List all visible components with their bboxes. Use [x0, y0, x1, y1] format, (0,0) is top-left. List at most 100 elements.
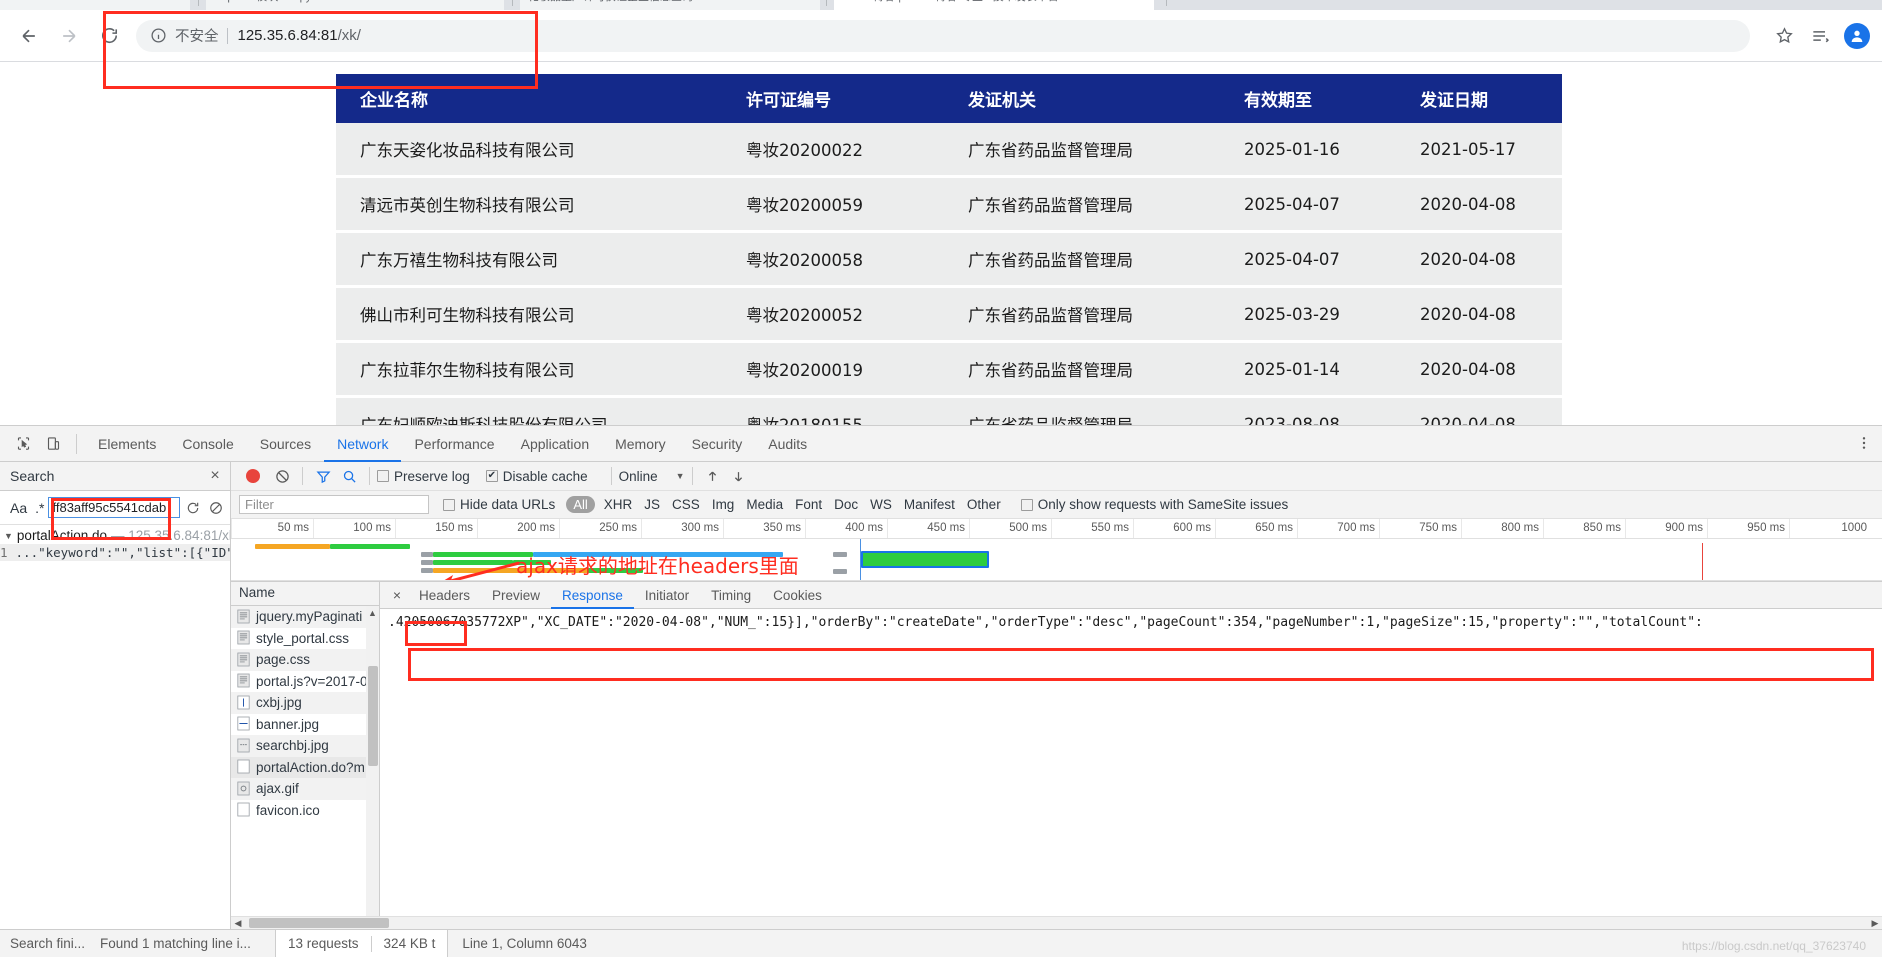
list-item[interactable]: style_portal.css [231, 628, 379, 650]
tick-label: 800 ms [1501, 522, 1539, 534]
tab-response[interactable]: Response [551, 582, 634, 609]
list-item[interactable]: ajax.gif [231, 778, 379, 800]
list-item[interactable]: cxbj.jpg [231, 692, 379, 714]
star-icon[interactable] [1768, 20, 1800, 52]
disable-cache-checkbox[interactable] [485, 470, 498, 482]
record-circle-icon[interactable] [246, 469, 260, 483]
table-row[interactable]: 广东万禧生物科技有限公司 粤妆20200058 广东省药品监督管理局 2025-… [336, 231, 1562, 288]
scrollbar-thumb[interactable] [249, 918, 389, 928]
tab-console[interactable]: Console [169, 426, 246, 462]
browser-tab[interactable]: 化妆品生产许可获证企业信息查询 [520, 0, 820, 10]
upload-arrow-icon[interactable] [700, 469, 726, 484]
filter-type-other[interactable]: Other [961, 497, 1007, 512]
download-arrow-icon[interactable] [726, 469, 752, 484]
list-item[interactable]: portal.js?v=2017-0 [231, 671, 379, 693]
list-item-selected[interactable]: portalAction.do?m [231, 756, 379, 778]
list-menu-icon[interactable] [1804, 20, 1836, 52]
tab-audits[interactable]: Audits [755, 426, 820, 462]
tab-performance[interactable]: Performance [401, 426, 507, 462]
tab-sources[interactable]: Sources [247, 426, 324, 462]
tab-security[interactable]: Security [679, 426, 756, 462]
back-arrow-icon[interactable] [12, 19, 46, 53]
clear-icon[interactable] [205, 501, 226, 515]
network-timeline-ruler: 50 ms 100 ms 150 ms 200 ms 250 ms 300 ms… [231, 519, 1882, 539]
table-row[interactable]: 清远市英创生物科技有限公司 粤妆20200059 广东省药品监督管理局 2025… [336, 176, 1562, 233]
tab-preview[interactable]: Preview [481, 582, 551, 609]
funnel-icon[interactable] [310, 469, 336, 484]
hide-data-urls-checkbox[interactable] [443, 498, 455, 511]
detail-horizontal-scrollbar[interactable]: ◀ ▶ [231, 916, 1882, 929]
table-row[interactable]: 广东天姿化妆品科技有限公司 粤妆20200022 广东省药品监督管理局 2025… [336, 123, 1562, 178]
filter-type-font[interactable]: Font [789, 497, 828, 512]
search-matches: Found 1 matching line i... [100, 936, 251, 951]
tab-application[interactable]: Application [508, 426, 603, 462]
table-row[interactable]: 广东拉菲尔生物科技有限公司 粤妆20200019 广东省药品监督管理局 2025… [336, 341, 1562, 398]
tab-elements[interactable]: Elements [85, 426, 169, 462]
tab-headers[interactable]: Headers [408, 582, 481, 609]
table-body: 广东天姿化妆品科技有限公司 粤妆20200022 广东省药品监督管理局 2025… [336, 123, 1562, 425]
more-vertical-icon[interactable] [1856, 434, 1872, 455]
line-number: 1 [0, 545, 8, 560]
cell-valid-until: 2025-04-07 [1244, 176, 1420, 233]
table-row[interactable]: 佛山市利可生物科技有限公司 粤妆20200052 广东省药品监督管理局 2025… [336, 286, 1562, 343]
filter-type-js[interactable]: JS [638, 497, 666, 512]
device-toolbar-icon[interactable] [38, 430, 68, 458]
tab-initiator[interactable]: Initiator [634, 582, 700, 609]
cell-license-no: 粤妆20200019 [746, 341, 968, 398]
list-item[interactable]: searchbj.jpg [231, 735, 379, 757]
avatar[interactable] [1844, 22, 1870, 49]
scrollbar-thumb[interactable] [368, 666, 378, 766]
script-file-icon [237, 673, 251, 689]
devtools-body: Search × Aa .* ff83aff95c5541cdab ▼ port… [0, 462, 1882, 957]
stylesheet-file-icon [237, 652, 251, 668]
chevron-down-icon[interactable]: ▼ [4, 531, 13, 541]
samesite-checkbox[interactable] [1020, 498, 1033, 511]
search-input[interactable]: ff83aff95c5541cdab [48, 497, 180, 518]
match-case-toggle[interactable]: Aa [6, 500, 31, 516]
filter-type-manifest[interactable]: Manifest [898, 497, 961, 512]
tab-timing[interactable]: Timing [700, 582, 762, 609]
filter-type-doc[interactable]: Doc [828, 497, 864, 512]
preserve-log-row[interactable]: Preserve log [377, 469, 470, 484]
close-icon[interactable]: × [206, 467, 224, 485]
request-list-scrollbar[interactable]: ▲ ▼ [366, 606, 379, 957]
browser-tab[interactable]: Splash... [0, 0, 190, 10]
tab-network[interactable]: Network [324, 426, 401, 462]
list-item[interactable]: page.css [231, 649, 379, 671]
reload-icon[interactable] [92, 19, 126, 53]
filter-type-all[interactable]: All [566, 496, 595, 513]
regex-toggle[interactable]: .* [33, 500, 46, 516]
filter-type-xhr[interactable]: XHR [598, 497, 639, 512]
table-row[interactable]: 广东妇顺欧迪斯科技股份有限公司 粤妆20180155 广东省药品监督管理局 20… [336, 396, 1562, 425]
browser-tab-active[interactable]: CSDN博客 | CSDN博客-专业IT技术发表平台 [834, 0, 1154, 10]
samesite-row[interactable]: Only show requests with SameSite issues [1020, 497, 1288, 512]
filter-type-img[interactable]: Img [706, 497, 741, 512]
request-list-header: Name [231, 582, 379, 606]
request-count: 13 requests [288, 936, 359, 951]
filter-type-ws[interactable]: WS [864, 497, 898, 512]
filter-type-media[interactable]: Media [740, 497, 789, 512]
info-circle-icon [150, 27, 167, 44]
hide-data-urls-row[interactable]: Hide data URLs [443, 497, 555, 512]
search-result-file[interactable]: ▼ portalAction.do — 125.35.6.84:81/xk/..… [0, 527, 230, 544]
preserve-log-checkbox[interactable] [377, 470, 389, 482]
browser-tab-strip: Splash... requests模块 - Jupyter Notebook … [0, 0, 1882, 10]
inspect-cursor-icon[interactable] [8, 430, 38, 458]
refresh-icon[interactable] [182, 501, 203, 515]
scroll-up-arrow-icon[interactable]: ▲ [367, 608, 378, 618]
search-result-line[interactable]: 1 ..."keyword":"","list":[{"ID":"ff83aff… [0, 544, 230, 561]
throttling-select[interactable]: Online ▼ [619, 469, 685, 484]
list-item[interactable]: jquery.myPaginati [231, 606, 379, 628]
tab-cookies[interactable]: Cookies [762, 582, 833, 609]
disable-cache-row[interactable]: Disable cache [485, 469, 588, 484]
clear-circle-icon[interactable] [269, 469, 295, 484]
list-item[interactable]: banner.jpg [231, 714, 379, 736]
browser-tab[interactable]: requests模块 - Jupyter Notebook [206, 0, 504, 10]
filter-input[interactable]: Filter [239, 495, 429, 514]
close-icon[interactable]: × [386, 587, 408, 603]
address-bar[interactable]: 不安全 125.35.6.84:81/xk/ [136, 19, 1750, 52]
list-item[interactable]: favicon.ico [231, 800, 379, 822]
magnifier-icon[interactable] [336, 469, 362, 484]
filter-type-css[interactable]: CSS [666, 497, 706, 512]
tab-memory[interactable]: Memory [602, 426, 679, 462]
